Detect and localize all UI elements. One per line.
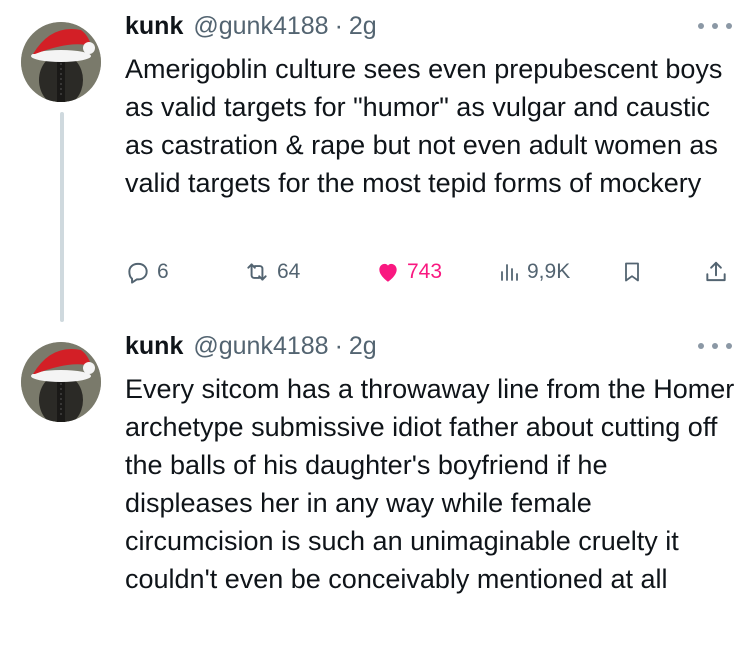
action-bar: 6 64 743 9,9K bbox=[125, 254, 730, 290]
bookmark-icon bbox=[625, 262, 639, 282]
like-count: 743 bbox=[407, 260, 443, 283]
views-button[interactable]: 9,9K bbox=[497, 254, 570, 290]
display-name[interactable]: kunk bbox=[125, 12, 183, 41]
tweet-header: kunk @gunk4188 · 2g bbox=[125, 12, 377, 46]
retweet-count: 64 bbox=[277, 260, 301, 283]
retweet-button[interactable]: 64 bbox=[243, 254, 300, 290]
reply-icon bbox=[128, 262, 148, 284]
user-handle[interactable]: @gunk4188 bbox=[193, 12, 328, 41]
bookmark-button[interactable] bbox=[620, 254, 650, 290]
timestamp[interactable]: 2g bbox=[349, 332, 377, 361]
views-icon bbox=[501, 264, 518, 281]
tweet-header: kunk @gunk4188 · 2g bbox=[125, 332, 377, 366]
display-name[interactable]: kunk bbox=[125, 332, 183, 361]
tweet-text: Amerigoblin culture sees even prepubesce… bbox=[125, 54, 723, 198]
thread-connector bbox=[60, 112, 64, 322]
reply-count: 6 bbox=[157, 260, 169, 283]
separator: · bbox=[334, 12, 343, 40]
timestamp[interactable]: 2g bbox=[349, 12, 377, 41]
retweet-icon bbox=[247, 263, 267, 281]
avatar[interactable] bbox=[21, 342, 101, 422]
share-icon bbox=[706, 261, 726, 282]
tweet-1[interactable]: kunk @gunk4188 · 2g Amerigoblin culture … bbox=[0, 0, 750, 322]
tweet-text: Every sitcom has a throwaway line from t… bbox=[125, 374, 735, 594]
more-icon[interactable] bbox=[698, 18, 732, 34]
reply-button[interactable]: 6 bbox=[125, 254, 169, 290]
separator: · bbox=[334, 332, 343, 360]
like-button[interactable]: 743 bbox=[375, 254, 442, 290]
tweet-2[interactable]: kunk @gunk4188 · 2g Every sitcom has a t… bbox=[0, 320, 750, 650]
heart-icon bbox=[379, 263, 397, 282]
user-handle[interactable]: @gunk4188 bbox=[193, 332, 328, 361]
share-button[interactable] bbox=[703, 254, 735, 290]
more-icon[interactable] bbox=[698, 338, 732, 354]
avatar[interactable] bbox=[21, 22, 101, 102]
views-count: 9,9K bbox=[527, 260, 571, 283]
